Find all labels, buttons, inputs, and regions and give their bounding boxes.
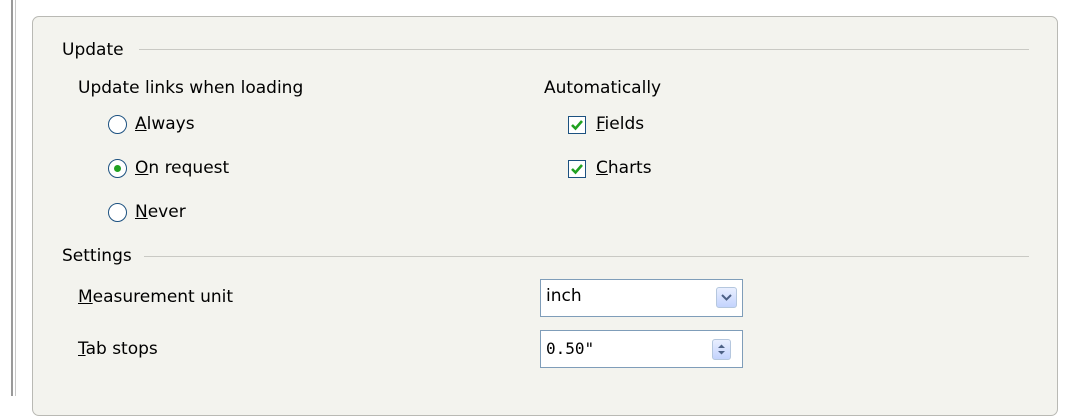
update-links-heading: Update links when loading (78, 78, 304, 98)
check-icon (571, 120, 583, 131)
radio-on-request-indicator[interactable] (108, 159, 127, 178)
settings-section-title: Settings (62, 246, 132, 266)
measurement-unit-value: inch (546, 286, 582, 306)
checkbox-fields-box[interactable] (568, 116, 586, 134)
options-panel: Update Update links when loading Always … (32, 16, 1058, 416)
tab-stops-value[interactable]: 0.50" (546, 339, 594, 358)
radio-never-label[interactable]: Never (135, 202, 186, 222)
tab-stops-spin-buttons[interactable] (712, 339, 731, 360)
settings-section-divider (144, 256, 1029, 257)
radio-always-label[interactable]: Always (135, 114, 195, 134)
tab-stops-spinner[interactable]: 0.50" (540, 330, 743, 368)
check-icon (571, 164, 583, 175)
checkbox-fields-label[interactable]: Fields (596, 114, 644, 134)
checkbox-charts-box[interactable] (568, 160, 586, 178)
update-section-divider (139, 49, 1029, 50)
update-section-title: Update (62, 40, 124, 60)
measurement-unit-select[interactable]: inch (540, 279, 743, 317)
measurement-unit-dropdown-button[interactable] (716, 287, 737, 308)
radio-always-indicator[interactable] (108, 115, 127, 134)
automatically-heading: Automatically (544, 78, 662, 98)
radio-never-indicator[interactable] (108, 203, 127, 222)
measurement-unit-label: Measurement unit (78, 287, 234, 307)
radio-on-request-label[interactable]: On request (135, 158, 229, 178)
tab-stops-label: Tab stops (78, 339, 158, 359)
window-edge-line-inner (15, 0, 16, 396)
window-edge-line (11, 0, 13, 396)
checkbox-charts-label[interactable]: Charts (596, 158, 652, 178)
spin-up-down-icon (718, 344, 725, 355)
chevron-down-icon (721, 294, 732, 301)
